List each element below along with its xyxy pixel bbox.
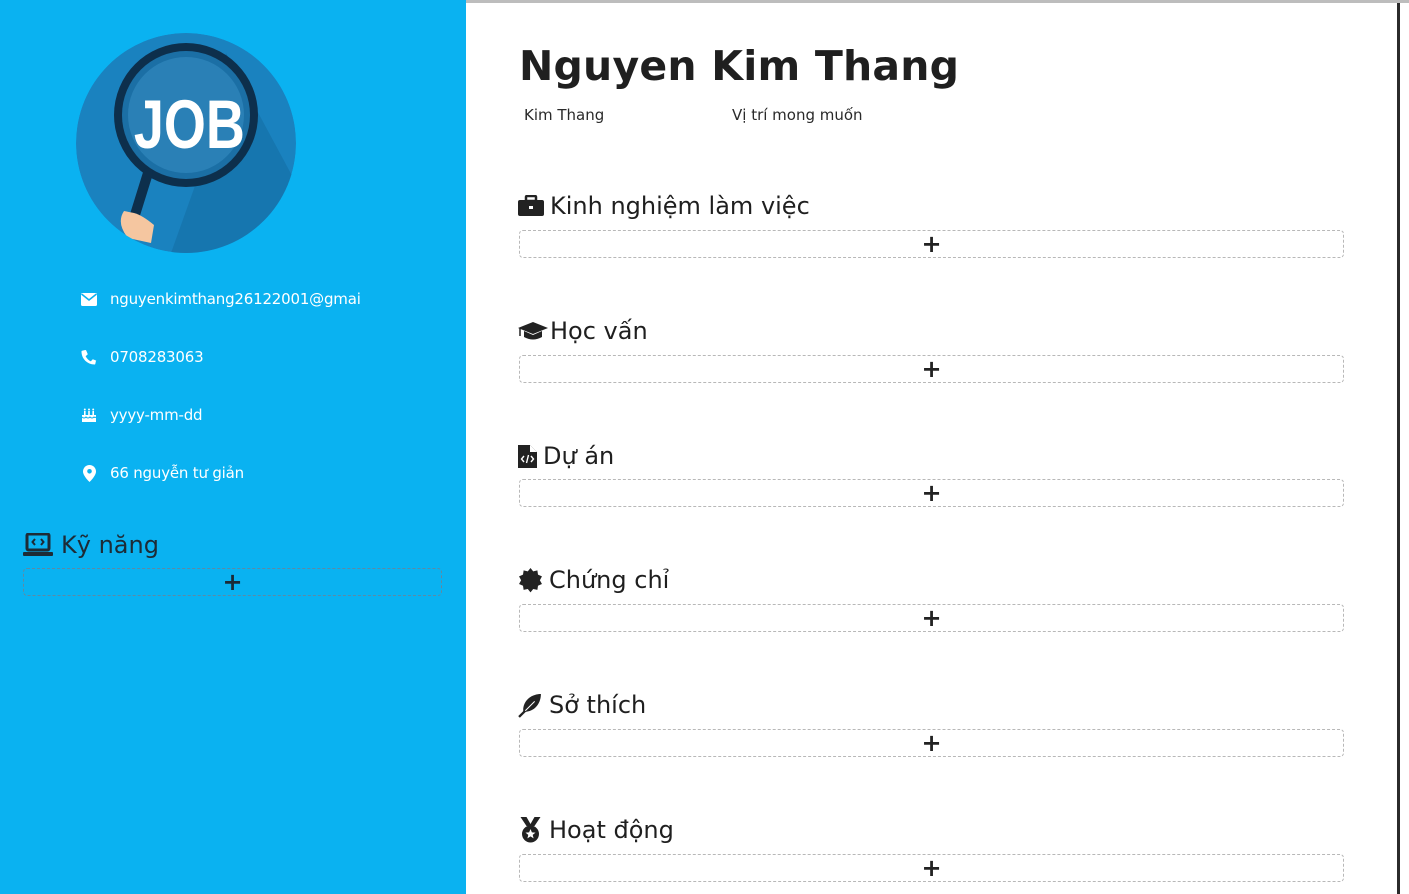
add-skill-button[interactable]: + <box>23 568 442 596</box>
section-certificates-title: Chứng chỉ <box>549 566 670 594</box>
plus-icon: + <box>921 854 942 882</box>
phone-icon <box>80 348 98 366</box>
section-hobbies-heading: Sở thích <box>518 689 646 721</box>
avatar-label: JOB <box>134 87 245 164</box>
short-name-field[interactable]: Kim Thang <box>524 106 604 124</box>
plus-icon: + <box>222 568 243 596</box>
section-projects-title: Dự án <box>543 442 615 470</box>
plus-icon: + <box>921 230 942 258</box>
contact-phone[interactable]: 0708283063 <box>80 346 204 368</box>
medal-icon <box>518 817 543 843</box>
desired-position-field[interactable]: Vị trí mong muốn <box>732 106 863 124</box>
candidate-name[interactable]: Nguyen Kim Thang <box>519 42 959 90</box>
sidebar: JOB nguyenkimthang26122001@gmai 07082830… <box>0 0 466 894</box>
add-activity-button[interactable]: + <box>519 854 1344 882</box>
skills-heading: Kỹ năng <box>23 530 159 560</box>
section-education-heading: Học vấn <box>518 315 648 347</box>
plus-icon: + <box>921 479 942 507</box>
skills-title: Kỹ năng <box>61 531 159 559</box>
add-education-button[interactable]: + <box>519 355 1344 383</box>
contact-email[interactable]: nguyenkimthang26122001@gmai <box>80 288 361 310</box>
file-code-icon <box>518 444 537 468</box>
section-experience-heading: Kinh nghiệm làm việc <box>518 190 810 222</box>
certificate-icon <box>518 567 543 593</box>
add-certificate-button[interactable]: + <box>519 604 1344 632</box>
plus-icon: + <box>921 604 942 632</box>
add-project-button[interactable]: + <box>519 479 1344 507</box>
section-education-title: Học vấn <box>550 317 648 345</box>
avatar[interactable]: JOB <box>76 33 296 253</box>
email-value: nguyenkimthang26122001@gmai <box>110 290 361 308</box>
section-experience-title: Kinh nghiệm làm việc <box>550 192 810 220</box>
map-marker-icon <box>80 464 98 482</box>
graduation-cap-icon <box>518 320 548 342</box>
feather-icon <box>518 693 543 718</box>
add-experience-button[interactable]: + <box>519 230 1344 258</box>
contact-birthday[interactable]: yyyy-mm-dd <box>80 404 203 426</box>
address-value: 66 nguyễn tư giản <box>110 464 244 482</box>
section-certificates-heading: Chứng chỉ <box>518 564 669 596</box>
laptop-code-icon <box>23 533 53 557</box>
plus-icon: + <box>921 729 942 757</box>
section-activities-heading: Hoạt động <box>518 814 674 846</box>
birthday-cake-icon <box>80 406 98 424</box>
contact-address[interactable]: 66 nguyễn tư giản <box>80 462 244 484</box>
section-hobbies-title: Sở thích <box>549 691 647 719</box>
phone-value: 0708283063 <box>110 348 204 366</box>
add-hobby-button[interactable]: + <box>519 729 1344 757</box>
birthday-value: yyyy-mm-dd <box>110 406 203 424</box>
page-right-margin <box>1400 3 1409 894</box>
briefcase-icon <box>518 195 544 217</box>
job-search-logo-icon: JOB <box>76 33 296 253</box>
envelope-icon <box>80 290 98 308</box>
section-activities-title: Hoạt động <box>549 816 674 844</box>
plus-icon: + <box>921 355 942 383</box>
section-projects-heading: Dự án <box>518 440 614 472</box>
